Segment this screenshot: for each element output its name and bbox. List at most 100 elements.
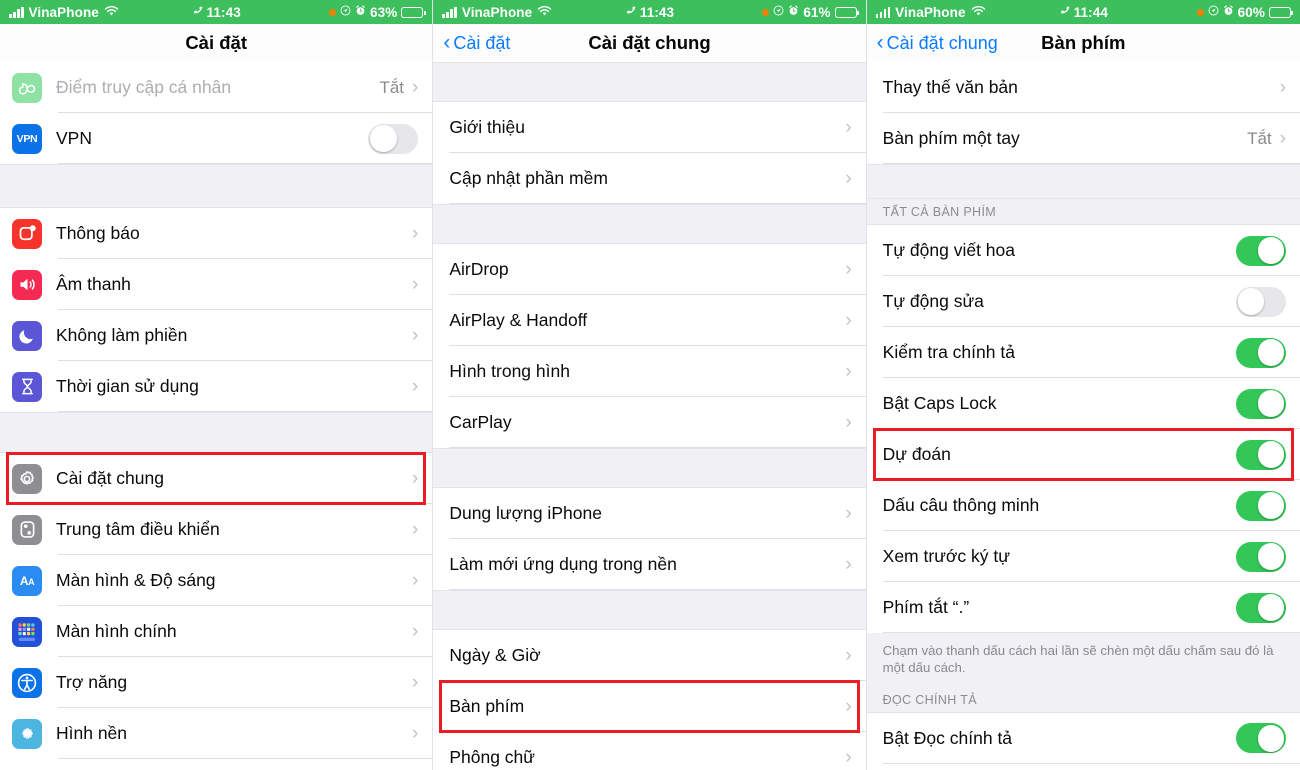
- chevron-right-icon: ›: [412, 723, 419, 744]
- list-item[interactable]: AirDrop ›: [433, 244, 866, 295]
- list-item[interactable]: Tự động sửa: [866, 276, 1300, 327]
- list-item[interactable]: Bàn phím ›: [433, 681, 866, 732]
- list-item-label: Tự động sửa: [882, 291, 984, 311]
- toggle-knob: [1257, 237, 1285, 264]
- toggle-switch[interactable]: [1235, 337, 1286, 368]
- status-bar: VinaPhone 11:43 61%: [433, 0, 866, 24]
- list-item[interactable]: Bàn phím một tay Tắt ›: [866, 113, 1300, 164]
- list-item[interactable]: Dự đoán: [866, 429, 1300, 480]
- page-title: Cài đặt: [185, 32, 247, 53]
- display-brightness-icon: AA: [12, 565, 42, 596]
- list-item-label: Hình nền: [56, 723, 128, 743]
- list-item[interactable]: Giới thiệu ›: [433, 102, 866, 153]
- list-item-label: Bật Đọc chính tả: [882, 727, 1013, 748]
- list-item-label: Màn hình chính: [56, 621, 177, 641]
- list-item[interactable]: Hình nền ›: [0, 708, 433, 759]
- toggle-knob: [1257, 725, 1285, 752]
- toggle-knob: [1237, 288, 1265, 315]
- list-item-label: Trung tâm điều khiển: [56, 519, 220, 539]
- list-item-label: Màn hình & Độ sáng: [56, 570, 216, 590]
- list-item[interactable]: Trung tâm điều khiển ›: [0, 504, 433, 555]
- wifi-icon: [971, 5, 986, 19]
- list-item[interactable]: Âm thanh ›: [0, 259, 433, 310]
- list-item[interactable]: Dấu câu thông minh: [866, 480, 1300, 531]
- chevron-right-icon: ›: [845, 361, 852, 382]
- list-item[interactable]: AirPlay & Handoff ›: [433, 295, 866, 346]
- list-item[interactable]: Ngày & Giờ ›: [433, 630, 866, 681]
- toggle-switch[interactable]: [1235, 592, 1286, 623]
- list-item[interactable]: Thông báo ›: [0, 208, 433, 259]
- control-center-icon: [12, 514, 42, 545]
- list-item[interactable]: Thay thế văn bản ›: [866, 62, 1300, 113]
- back-button[interactable]: ‹ Cài đặt chung: [876, 30, 998, 54]
- list-item-label: Cài đặt chung: [56, 468, 164, 488]
- list-item-label: Ngày & Giờ: [449, 645, 541, 665]
- list-item[interactable]: Thời gian sử dụng ›: [0, 361, 433, 412]
- settings-list: Điểm truy cập cá nhân Tắt › VPN VPN Thông báo…: [0, 62, 433, 770]
- list-item-label: Xem trước ký tự: [882, 546, 1010, 566]
- toggle-switch[interactable]: [1235, 490, 1286, 521]
- chevron-right-icon: ›: [412, 376, 419, 397]
- back-button[interactable]: ‹ Cài đặt: [443, 30, 510, 54]
- list-item-label: Dự đoán: [882, 444, 951, 464]
- list-item[interactable]: Màn hình chính ›: [0, 606, 433, 657]
- toggle-knob: [1257, 543, 1285, 570]
- toggle-knob: [1257, 441, 1285, 468]
- list-item-label: Phím tắt “.”: [882, 597, 970, 617]
- list-item[interactable]: Phím tắt “.”: [866, 582, 1300, 633]
- back-button-label: Cài đặt chung: [886, 32, 998, 53]
- list-item[interactable]: Cập nhật phần mềm ›: [433, 153, 866, 204]
- chevron-right-icon: ›: [845, 412, 852, 433]
- toggle-switch[interactable]: [1235, 723, 1286, 754]
- toggle-switch[interactable]: [1235, 235, 1286, 266]
- toggle-knob: [1257, 390, 1285, 417]
- list-item[interactable]: VPN VPN: [0, 113, 433, 164]
- chevron-right-icon: ›: [412, 325, 419, 346]
- toggle-switch[interactable]: [1235, 286, 1286, 317]
- list-item[interactable]: CarPlay ›: [433, 397, 866, 448]
- location-services-icon: [340, 5, 351, 19]
- phone-call-icon: [191, 4, 204, 19]
- chevron-left-icon: ‹: [443, 30, 451, 54]
- list-item[interactable]: Tự động viết hoa: [866, 225, 1300, 276]
- toggle-switch[interactable]: [1235, 541, 1286, 572]
- list-item[interactable]: AA Màn hình & Độ sáng ›: [0, 555, 433, 606]
- nav-bar: ‹ Cài đặt Cài đặt chung: [433, 24, 866, 62]
- list-item-label: Giới thiệu: [449, 117, 526, 137]
- list-item-label: Trợ năng: [56, 672, 128, 692]
- toggle-switch[interactable]: [1235, 439, 1286, 470]
- list-item[interactable]: Xem trước ký tự: [866, 531, 1300, 582]
- chevron-left-icon: ‹: [876, 30, 884, 54]
- list-item[interactable]: Không làm phiền ›: [0, 310, 433, 361]
- hotspot-icon: [12, 72, 42, 103]
- list-item[interactable]: Điểm truy cập cá nhân Tắt ›: [0, 62, 433, 113]
- alarm-clock-icon: [788, 5, 799, 19]
- chevron-right-icon: ›: [412, 570, 419, 591]
- list-item[interactable]: Cài đặt chung ›: [0, 453, 433, 504]
- list-item[interactable]: Siri & Tìm kiếm›: [0, 759, 433, 770]
- nav-bar: Cài đặt: [0, 24, 433, 62]
- toggle-switch[interactable]: [368, 123, 419, 154]
- list-item[interactable]: Bật Caps Lock: [866, 378, 1300, 429]
- list-item[interactable]: Bật Đọc chính tả: [866, 712, 1300, 764]
- battery-percent-label: 63%: [370, 4, 398, 20]
- list-item[interactable]: Trợ năng ›: [0, 657, 433, 708]
- list-item-label: AirPlay & Handoff: [449, 310, 588, 330]
- carrier-label: VinaPhone: [28, 4, 99, 20]
- wifi-icon: [537, 5, 552, 19]
- list-item-label: Làm mới ứng dụng trong nền: [449, 554, 677, 574]
- list-item[interactable]: Hình trong hình ›: [433, 346, 866, 397]
- chevron-right-icon: ›: [412, 77, 419, 98]
- accessibility-icon: [12, 667, 42, 698]
- list-item-label: Bàn phím một tay: [882, 128, 1020, 148]
- list-item[interactable]: Kiểm tra chính tả: [866, 327, 1300, 378]
- list-item[interactable]: Dung lượng iPhone ›: [433, 488, 866, 539]
- list-item-label: Bàn phím: [449, 696, 525, 716]
- chevron-right-icon: ›: [845, 645, 852, 666]
- list-item[interactable]: Làm mới ứng dụng trong nền ›: [433, 539, 866, 590]
- toggle-switch[interactable]: [1235, 388, 1286, 419]
- list-item[interactable]: Phông chữ ›: [433, 732, 866, 770]
- carrier-label: VinaPhone: [461, 4, 533, 20]
- section-header: TẤT CẢ BÀN PHÍM: [866, 199, 1300, 225]
- battery-icon: [401, 6, 426, 18]
